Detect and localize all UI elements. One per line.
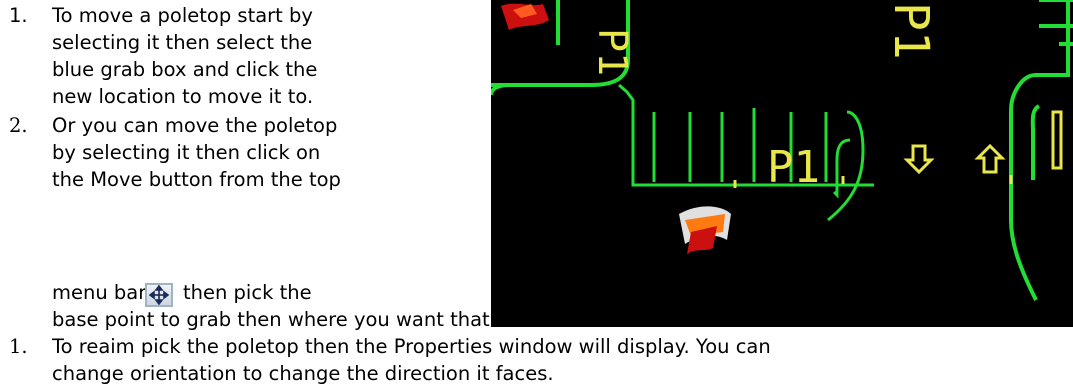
step-2-line-2: by selecting it then click on xyxy=(52,141,321,164)
step-1-number: 1. xyxy=(9,4,28,27)
step-2-line-4-before: menu bar xyxy=(52,281,147,304)
poletop-marker-top[interactable] xyxy=(501,3,549,31)
step-2-line-1: Or you can move the poletop xyxy=(52,114,338,137)
move-button[interactable] xyxy=(145,283,173,307)
pole-label-2: P1 xyxy=(883,2,939,60)
step-3-line-1: To reaim pick the poletop then the Prope… xyxy=(52,335,771,358)
pole-label-1: P1 xyxy=(589,28,635,76)
step-2-line-4-after: then pick the xyxy=(183,281,312,304)
step-1-line-2: selecting it then select the xyxy=(52,31,313,54)
step-2-number: 2. xyxy=(9,114,28,137)
step-1-line-3: blue grab box and click the xyxy=(52,58,318,81)
step-1-line-4: new location to move it to. xyxy=(52,85,314,108)
cad-drawing-canvas: P1 P1 P1 xyxy=(489,0,1073,301)
poletop-marker-bottom[interactable] xyxy=(679,206,731,254)
step-2-line-3: the Move button from the top xyxy=(52,168,341,191)
road-outline-right xyxy=(1009,0,1073,301)
move-arrows-icon xyxy=(149,285,169,305)
step-3-number: 1. xyxy=(9,335,28,358)
cad-drawing-view[interactable]: P1 P1 P1 xyxy=(489,0,1073,327)
step-3-line-2: change orientation to change the directi… xyxy=(52,362,554,385)
parking-area xyxy=(618,83,874,222)
pole-label-3: P1 xyxy=(767,142,820,193)
step-1-line-1: To move a poletop start by xyxy=(52,4,313,27)
